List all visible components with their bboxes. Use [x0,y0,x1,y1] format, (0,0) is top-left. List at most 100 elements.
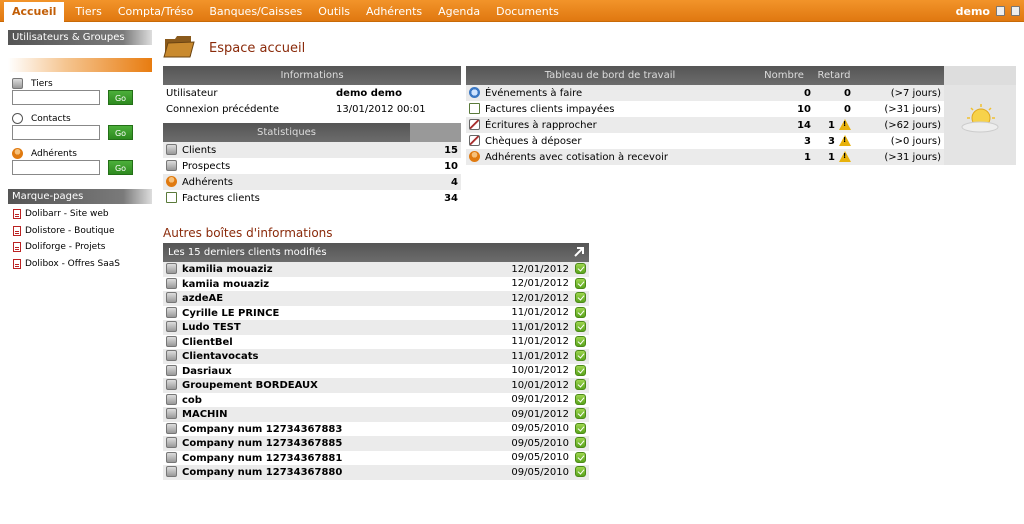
menu-adherents[interactable]: Adhérents [358,0,430,22]
dashboard-row[interactable]: Chèques à déposer 3 3 (>0 jours) [466,133,1016,149]
client-name[interactable]: Company num 12734367880 [182,467,342,478]
dashboard-row[interactable]: Écritures à rapprocher 14 1 (>62 jours) [466,117,1016,133]
dashboard-retard: 3 [828,136,835,147]
menu-outils[interactable]: Outils [310,0,358,22]
stat-row[interactable]: Prospects 10 [163,158,461,174]
bookmark-item[interactable]: Dolistore - Boutique [8,223,152,240]
dashboard-col-retard: Retard [814,66,854,85]
client-name[interactable]: Company num 12734367883 [182,424,342,435]
informations-title: Informations [163,66,461,85]
users-groups-link[interactable]: Utilisateurs & Groupes [8,30,152,45]
dashboard-row[interactable]: Adhérents avec cotisation à recevoir 1 1… [466,149,1016,165]
client-name[interactable]: kamiia mouaziz [182,279,269,290]
bookmark-item[interactable]: Dolibarr - Site web [8,206,152,223]
company-icon [166,321,177,333]
member-icon [166,176,177,187]
menu-banques-caisses[interactable]: Banques/Caisses [201,0,310,22]
page-title: Espace accueil [209,41,306,56]
client-row[interactable]: Groupement BORDEAUX 10/01/2012 [163,378,589,393]
stat-row[interactable]: Clients 15 [163,142,461,158]
reconcile-icon [469,119,480,130]
client-name[interactable]: Dasriaux [182,366,232,377]
menu-compta-treso[interactable]: Compta/Tréso [110,0,201,22]
other-boxes-title: Autres boîtes d'informations [163,226,333,240]
stat-label: Prospects [182,161,231,172]
bookmark-icon [13,209,21,220]
invoice-icon [166,192,177,203]
client-name[interactable]: ClientBel [182,337,233,348]
search-tiers-button[interactable]: Go [108,90,133,105]
company-icon [166,451,177,463]
client-date: 09/05/2010 [492,436,572,451]
client-row[interactable]: azdeAE 12/01/2012 [163,291,589,306]
client-row[interactable]: kamiia mouaziz 12/01/2012 [163,277,589,292]
user-area: demo [956,0,1020,22]
stat-value: 10 [444,160,458,172]
search-adherents-button[interactable]: Go [108,160,133,175]
bookmark-label: Dolistore - Boutique [25,225,115,236]
client-row[interactable]: kamilia mouaziz 12/01/2012 [163,262,589,277]
client-row[interactable]: Ludo TEST 11/01/2012 [163,320,589,335]
client-row[interactable]: Clientavocats 11/01/2012 [163,349,589,364]
company-icon [166,379,177,391]
client-name[interactable]: cob [182,395,202,406]
member-icon [12,148,23,159]
search-adherents-label: Adhérents [12,148,152,159]
client-name[interactable]: kamilia mouaziz [182,264,273,275]
bookmarks: Marque-pages Dolibarr - Site web Dolisto… [8,189,152,272]
dashboard-row[interactable]: Événements à faire 0 0 (>7 jours) [466,85,1016,165]
client-date: 10/01/2012 [492,378,572,393]
client-name[interactable]: azdeAE [182,293,223,304]
dashboard-row[interactable]: Factures clients impayées 10 0 (>31 jour… [466,101,1016,117]
client-name[interactable]: Company num 12734367881 [182,453,342,464]
client-row[interactable]: Company num 12734367881 09/05/2010 [163,451,589,466]
client-row[interactable]: cob 09/01/2012 [163,393,589,408]
stat-row[interactable]: Adhérents 4 [163,174,461,190]
client-row[interactable]: Company num 12734367885 09/05/2010 [163,436,589,451]
client-row[interactable]: Company num 12734367880 09/05/2010 [163,465,589,480]
bookmark-item[interactable]: Doliforge - Projets [8,239,152,256]
search-adherents-text: Adhérents [31,149,77,159]
dashboard-nombre: 3 [804,135,811,147]
stat-row[interactable]: Factures clients 34 [163,190,461,206]
bookmarks-title[interactable]: Marque-pages [8,189,152,204]
menu-tiers[interactable]: Tiers [67,0,109,22]
client-row[interactable]: Cyrille LE PRINCE 11/01/2012 [163,306,589,321]
search-contacts-input[interactable] [12,125,100,140]
client-name[interactable]: Groupement BORDEAUX [182,380,318,391]
bookmark-icon [13,225,21,236]
warning-icon [839,135,851,146]
logout-icon[interactable] [996,6,1005,16]
dashboard-label: Adhérents avec cotisation à recevoir [485,152,668,163]
company-icon [166,263,177,275]
search-contacts-button[interactable]: Go [108,125,133,140]
informations-table: Informations Utilisateur demo demo Connex… [163,66,461,117]
user-login-link[interactable]: demo [956,5,990,18]
external-link-icon[interactable] [573,246,585,258]
last-clients-table: kamilia mouaziz 12/01/2012 kamiia mouaziz 1… [163,262,589,480]
invoice-icon [469,103,480,114]
search-tiers-input[interactable] [12,90,100,105]
client-row[interactable]: MACHIN 09/01/2012 [163,407,589,422]
client-date: 09/01/2012 [511,394,569,406]
client-row[interactable]: ClientBel 11/01/2012 [163,335,589,350]
client-name[interactable]: Cyrille LE PRINCE [182,308,279,319]
dashboard-delay: (>31 jours) [884,103,941,115]
company-icon [166,437,177,449]
warning-icon [839,151,851,162]
client-name[interactable]: Ludo TEST [182,322,241,333]
search-adherents-input[interactable] [12,160,100,175]
menu-accueil[interactable]: Accueil [4,2,65,22]
dashboard-table: Tableau de bord de travail Nombre Retard… [466,66,1016,165]
client-row[interactable]: Company num 12734367883 09/05/2010 [163,422,589,437]
bookmark-item[interactable]: Dolibox - Offres SaaS [8,256,152,273]
dashboard-delay: (>62 jours) [854,117,944,133]
client-row[interactable]: Dasriaux 10/01/2012 [163,364,589,379]
menu-documents[interactable]: Documents [488,0,567,22]
client-name[interactable]: Clientavocats [182,351,258,362]
dashboard-retard: 1 [828,152,835,163]
client-name[interactable]: MACHIN [182,409,228,420]
menu-agenda[interactable]: Agenda [430,0,488,22]
print-icon[interactable] [1011,6,1020,16]
client-name[interactable]: Company num 12734367885 [182,438,342,449]
